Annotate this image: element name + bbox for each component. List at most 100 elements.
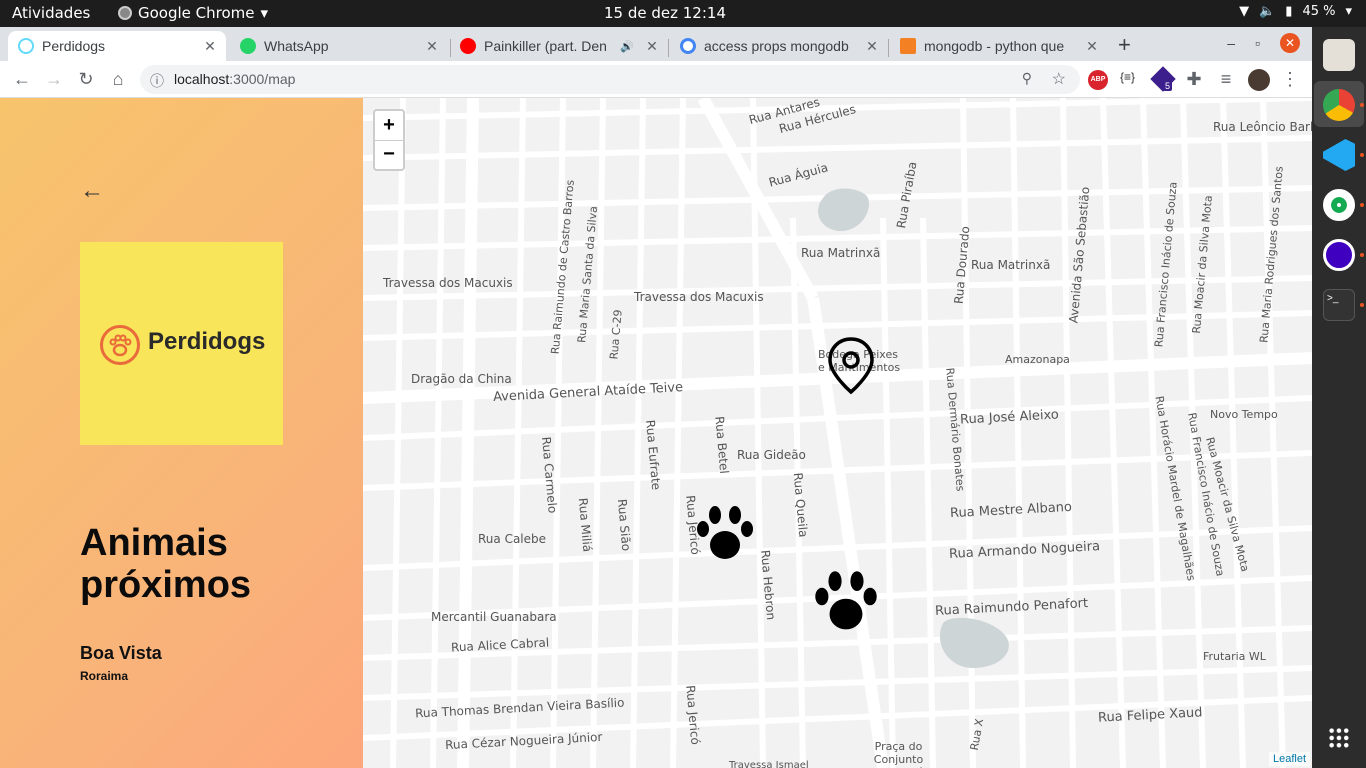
url-path: :3000/map <box>229 71 296 87</box>
system-top-bar: Atividades Google Chrome ▾ 15 de dez 12:… <box>0 0 1366 27</box>
mongodb-compass-icon[interactable] <box>1323 189 1355 221</box>
battery-percent: 45 % <box>1302 4 1336 19</box>
tab-separator <box>888 39 889 57</box>
close-window-button[interactable]: ✕ <box>1280 33 1300 53</box>
avatar[interactable] <box>1248 69 1270 91</box>
street-label: Travessa dos Macuxis <box>383 276 513 290</box>
location-icon[interactable]: ⚲ <box>1022 70 1032 87</box>
app-name: Google Chrome <box>138 4 255 22</box>
street-label: Mercantil Guanabara <box>431 610 557 624</box>
system-tray[interactable]: ▼ 🔈 ▮ 45 % ▾ <box>1239 4 1352 19</box>
street-label: Travessa dos Macuxis <box>634 290 764 304</box>
maximize-icon[interactable]: ▫ <box>1255 35 1260 51</box>
tab-perdidogs[interactable]: Perdidogs ✕ <box>8 31 226 61</box>
forward-icon[interactable]: → <box>44 69 64 89</box>
paw-icon[interactable] <box>694 503 756 565</box>
sidebar: ← Perdidogs Animais próximos Boa Vista R… <box>0 98 363 768</box>
volume-icon: 🔈 <box>1259 4 1276 19</box>
speaker-icon[interactable]: 🔊 <box>620 40 634 53</box>
chevron-down-icon: ▾ <box>1345 4 1352 19</box>
stackoverflow-icon <box>900 38 916 54</box>
media-control-icon[interactable]: ≡ <box>1216 69 1236 89</box>
close-icon[interactable]: ✕ <box>202 38 218 55</box>
logo: Perdidogs <box>80 242 283 445</box>
logo-text: Perdidogs <box>148 328 266 355</box>
tab-title: mongodb - python que <box>924 38 1065 54</box>
map[interactable]: Rua Antares Rua Hércules Rua Leôncio Bar… <box>363 98 1312 768</box>
info-icon[interactable]: ⓘ <box>150 71 164 91</box>
app-grid-icon[interactable] <box>1328 727 1350 749</box>
close-icon[interactable]: ✕ <box>864 38 880 55</box>
youtube-icon <box>460 38 476 54</box>
new-tab-button[interactable]: + <box>1118 32 1131 58</box>
running-indicator <box>1360 253 1364 257</box>
back-arrow-icon[interactable]: ← <box>80 178 106 204</box>
close-icon[interactable]: ✕ <box>1084 38 1100 55</box>
address-bar[interactable]: ⓘ localhost:3000/map ⚲ ☆ <box>140 65 1080 94</box>
page-title: Animais próximos <box>80 522 252 606</box>
zoom-out-button[interactable]: − <box>375 140 403 169</box>
insomnia-icon[interactable] <box>1323 239 1355 271</box>
running-indicator <box>1360 203 1364 207</box>
minimize-icon[interactable]: – <box>1227 35 1235 51</box>
running-indicator <box>1360 153 1364 157</box>
street-label: Travessa Ismael <box>729 760 809 768</box>
window-controls: – ▫ ✕ <box>1227 33 1300 53</box>
tab-title: WhatsApp <box>264 38 329 54</box>
json-viewer-icon[interactable]: {≡} <box>1120 70 1135 84</box>
google-icon <box>680 38 696 54</box>
running-indicator <box>1360 303 1364 307</box>
react-icon <box>18 38 34 54</box>
street-label: Amazonapa <box>1005 353 1070 366</box>
chrome-icon[interactable] <box>1323 89 1355 121</box>
terminal-icon[interactable]: >_ <box>1323 289 1355 321</box>
tab-whatsapp[interactable]: WhatsApp ✕ <box>230 31 448 61</box>
vscode-icon[interactable] <box>1323 139 1355 171</box>
extension-badge: 5 <box>1163 81 1173 91</box>
whatsapp-icon <box>240 38 256 54</box>
paw-icon <box>100 325 140 365</box>
star-icon[interactable]: ☆ <box>1052 69 1066 89</box>
adblock-icon[interactable]: ABP <box>1088 70 1108 90</box>
tab-painkiller[interactable]: Painkiller (part. Den 🔊 ✕ <box>450 31 668 61</box>
tab-access-props[interactable]: access props mongodb ✕ <box>670 31 888 61</box>
street-label: Rua Matrinxã <box>971 258 1051 272</box>
puzzle-icon[interactable]: ✚ <box>1184 69 1204 89</box>
street-label: Rua Leôncio Barbosa <box>1213 120 1312 134</box>
tab-separator <box>668 39 669 57</box>
zoom-control: + − <box>373 109 405 171</box>
street-label: Rua Calebe <box>478 532 547 546</box>
clock[interactable]: 15 de dez 12:14 <box>604 4 726 22</box>
tab-title: access props mongodb <box>704 38 849 54</box>
wifi-icon: ▼ <box>1239 4 1250 19</box>
street-label: Praça do Conjunto Cambará <box>873 740 924 768</box>
activities-button[interactable]: Atividades <box>12 4 90 22</box>
app-menu[interactable]: Google Chrome ▾ <box>118 4 268 22</box>
reload-icon[interactable]: ↻ <box>76 69 96 89</box>
url-text: localhost:3000/map <box>174 71 295 87</box>
map-attribution[interactable]: Leaflet <box>1268 752 1310 766</box>
close-icon[interactable]: ✕ <box>424 38 440 55</box>
street-label: Novo Tempo <box>1210 408 1278 421</box>
tab-mongodb[interactable]: mongodb - python que ✕ <box>890 31 1108 61</box>
battery-icon: ▮ <box>1285 4 1293 19</box>
tab-title: Painkiller (part. Den <box>484 38 607 54</box>
location-pin-icon[interactable] <box>825 336 877 396</box>
zoom-in-button[interactable]: + <box>375 111 403 140</box>
tab-title: Perdidogs <box>42 38 106 54</box>
paw-icon[interactable] <box>812 568 880 636</box>
url-host: localhost <box>174 71 230 87</box>
close-icon[interactable]: ✕ <box>644 38 660 55</box>
running-indicator <box>1360 103 1364 107</box>
dock: >_ <box>1312 27 1366 768</box>
back-icon[interactable]: ← <box>12 69 32 89</box>
tab-strip: Perdidogs ✕ WhatsApp ✕ Painkiller (part.… <box>0 27 1312 61</box>
files-icon[interactable] <box>1323 39 1355 71</box>
chrome-icon <box>118 6 132 20</box>
street-label: Frutaria WL <box>1203 650 1266 663</box>
menu-icon[interactable]: ⋮ <box>1280 69 1300 89</box>
street-label: Rua Gideão <box>737 448 806 462</box>
state-name: Roraima <box>80 669 129 683</box>
street-label: Rua Matrinxã <box>801 246 881 260</box>
home-icon[interactable]: ⌂ <box>108 69 128 89</box>
